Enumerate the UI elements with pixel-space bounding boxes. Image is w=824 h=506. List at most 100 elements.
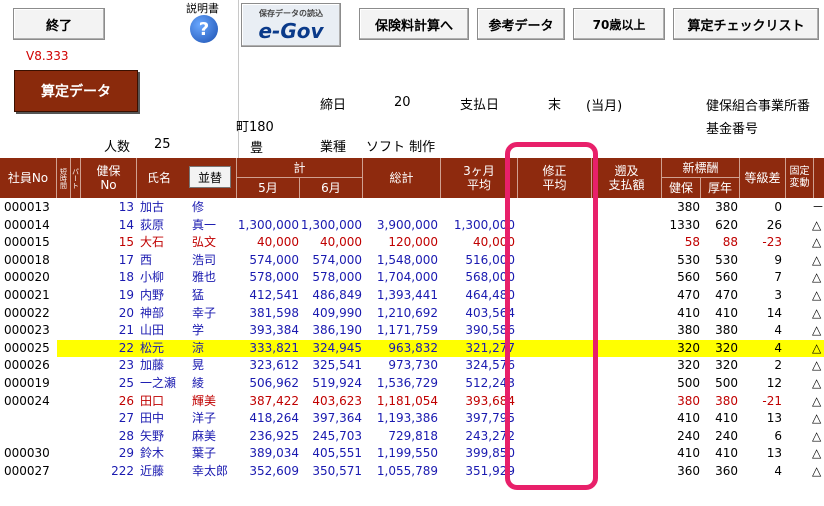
cell-fx: △ — [812, 428, 822, 443]
table-row[interactable]: 28 矢野 麻美 236,925 245,703 729,818 243,272 240 240… — [0, 428, 824, 445]
part-label: パート — [71, 167, 80, 189]
table-row[interactable]: 000024 26 田口 輝美 387,422 403,623 1,181,054 393,6… — [0, 393, 824, 410]
table-row[interactable]: 000013 13 加古 修 380 380 0 － — [0, 199, 824, 216]
cell-may: 574,000 — [249, 252, 299, 267]
table-row[interactable]: 000021 19 内野 猛 412,541 486,849 1,393,441 464,48… — [0, 287, 824, 304]
table-row[interactable]: 000023 21 山田 学 393,384 386,190 1,171,759 390,58… — [0, 322, 824, 339]
cell-no: 20 — [118, 305, 134, 320]
cell-jun: 325,541 — [312, 358, 362, 373]
reference-data-button[interactable]: 参考データ — [477, 8, 565, 40]
table-row[interactable]: 000020 18 小柳 雅也 578,000 578,000 1,704,000 568,0… — [0, 269, 824, 286]
cell-fn: 涼 — [192, 340, 205, 355]
cell-emp: 000013 — [4, 200, 50, 214]
check-list-button[interactable]: 算定チェックリスト — [673, 8, 819, 40]
cell-tot: 1,193,386 — [376, 411, 438, 426]
table-row[interactable]: 000022 20 神部 幸子 381,598 409,990 1,210,692 403,5… — [0, 305, 824, 322]
kikin-label: 基金番号 — [706, 122, 759, 137]
cell-fn: 雅也 — [192, 270, 217, 285]
cell-avg: 399,850 — [465, 446, 515, 461]
cell-kn: 410 — [715, 305, 738, 320]
cell-avg: 516,000 — [465, 252, 515, 267]
cell-tot: 973,730 — [388, 358, 438, 373]
cell-ln: 田口 — [140, 393, 165, 408]
table-row[interactable]: 000018 17 西 浩司 574,000 574,000 1,548,000 516,00… — [0, 252, 824, 269]
cell-fx: － — [812, 200, 824, 214]
sort-button[interactable]: 並替 — [189, 166, 231, 188]
cell-no: 17 — [118, 252, 134, 267]
cell-kp: 530 — [677, 252, 700, 267]
cell-no: 15 — [118, 235, 134, 250]
cell-jun: 405,551 — [312, 446, 362, 461]
cell-avg: 464,480 — [465, 288, 515, 302]
cell-avg: 397,795 — [465, 411, 515, 426]
cell-may: 418,264 — [249, 411, 299, 426]
cell-diff: 0 — [774, 200, 782, 214]
cell-kp: 360 — [677, 464, 700, 478]
end-button[interactable]: 終了 — [13, 8, 105, 40]
cell-ln: 近藤 — [140, 464, 165, 478]
cell-fn: 綾 — [192, 376, 205, 390]
cell-avg: 568,000 — [465, 270, 515, 285]
cell-emp: 000023 — [4, 323, 50, 338]
table-row[interactable]: 000014 14 荻原 真一 1,300,000 1,300,000 3,900,000 1… — [0, 217, 824, 234]
cell-fx: △ — [812, 464, 822, 478]
cell-ln: 矢野 — [140, 428, 165, 443]
cell-may: 40,000 — [257, 235, 299, 250]
header-kei: 計 — [237, 158, 363, 178]
header-tanjikan: 短時間 — [57, 158, 71, 198]
cell-tot: 1,199,550 — [376, 446, 438, 461]
cell-diff: -23 — [762, 235, 782, 250]
over70-button[interactable]: 70歳以上 — [573, 8, 665, 40]
header-part: パート — [71, 158, 81, 198]
cell-diff: 4 — [774, 340, 782, 355]
cell-kn: 410 — [715, 446, 738, 461]
table-row[interactable]: 000026 23 加藤 晃 323,612 325,541 973,730 324,576 3… — [0, 357, 824, 374]
cell-emp: 000027 — [4, 464, 50, 478]
cell-fx: △ — [812, 217, 822, 232]
cell-avg: 390,586 — [465, 323, 515, 338]
cell-kn: 360 — [715, 464, 738, 478]
cell-emp: 000025 — [4, 340, 50, 355]
cell-no: 29 — [118, 446, 134, 461]
cell-kp: 560 — [677, 270, 700, 285]
egov-load-button[interactable]: 保存データの読込 e-Gov — [241, 3, 341, 47]
cell-fx: △ — [812, 305, 822, 320]
cell-fn: 輝美 — [192, 393, 217, 408]
cell-kp: 1330 — [669, 217, 700, 232]
cell-kn: 88 — [722, 235, 738, 250]
cell-no: 27 — [118, 411, 134, 426]
cell-avg: 403,564 — [465, 305, 515, 320]
table-row[interactable]: 000030 29 鈴木 葉子 389,034 405,551 1,199,550 399,8… — [0, 445, 824, 462]
cell-fx: △ — [812, 411, 822, 426]
table-row[interactable]: 000027 222 近藤 幸太郎 352,609 350,571 1,055,789 351… — [0, 463, 824, 480]
table-row[interactable]: 000015 15 大石 弘文 40,000 40,000 120,000 40,000 58 8… — [0, 234, 824, 251]
table-row[interactable]: 000019 25 一之瀬 綾 506,962 519,924 1,536,729 512,2… — [0, 375, 824, 392]
cell-may: 236,925 — [249, 428, 299, 443]
cell-emp: 000024 — [4, 393, 50, 408]
cell-may: 393,384 — [249, 323, 299, 338]
cell-emp: 000015 — [4, 235, 50, 250]
header-avg3: 3ヶ月 平均 — [441, 158, 518, 198]
shiharai-label: 支払日 — [460, 98, 500, 113]
table-row[interactable]: 27 田中 洋子 418,264 397,364 1,193,386 397,795 410 4… — [0, 410, 824, 427]
cell-fn: 麻美 — [192, 428, 217, 443]
help-label: 説明書 — [186, 2, 219, 15]
cell-emp: 000021 — [4, 288, 50, 302]
cell-ln: 大石 — [140, 235, 165, 250]
cell-no: 13 — [118, 200, 134, 214]
cell-tot: 963,832 — [388, 340, 438, 355]
cell-jun: 386,190 — [312, 323, 362, 338]
table-row[interactable]: 000025 22 松元 涼 333,821 324,945 963,832 321,277 3… — [0, 339, 824, 357]
premium-calc-button[interactable]: 保険料計算へ — [359, 8, 469, 40]
cell-fx: △ — [812, 270, 822, 285]
cell-may: 352,609 — [249, 464, 299, 478]
cell-avg: 1,300,000 — [453, 217, 515, 232]
santei-data-button[interactable]: 算定データ — [14, 70, 138, 112]
divider — [238, 0, 239, 160]
cell-jun: 486,849 — [312, 288, 362, 302]
header-kenpo: 健保 — [662, 178, 701, 198]
cell-no: 21 — [118, 323, 134, 338]
cell-may: 1,300,000 — [237, 217, 299, 232]
help-icon[interactable]: ? — [190, 15, 218, 43]
cell-fn: 弘文 — [192, 235, 217, 250]
